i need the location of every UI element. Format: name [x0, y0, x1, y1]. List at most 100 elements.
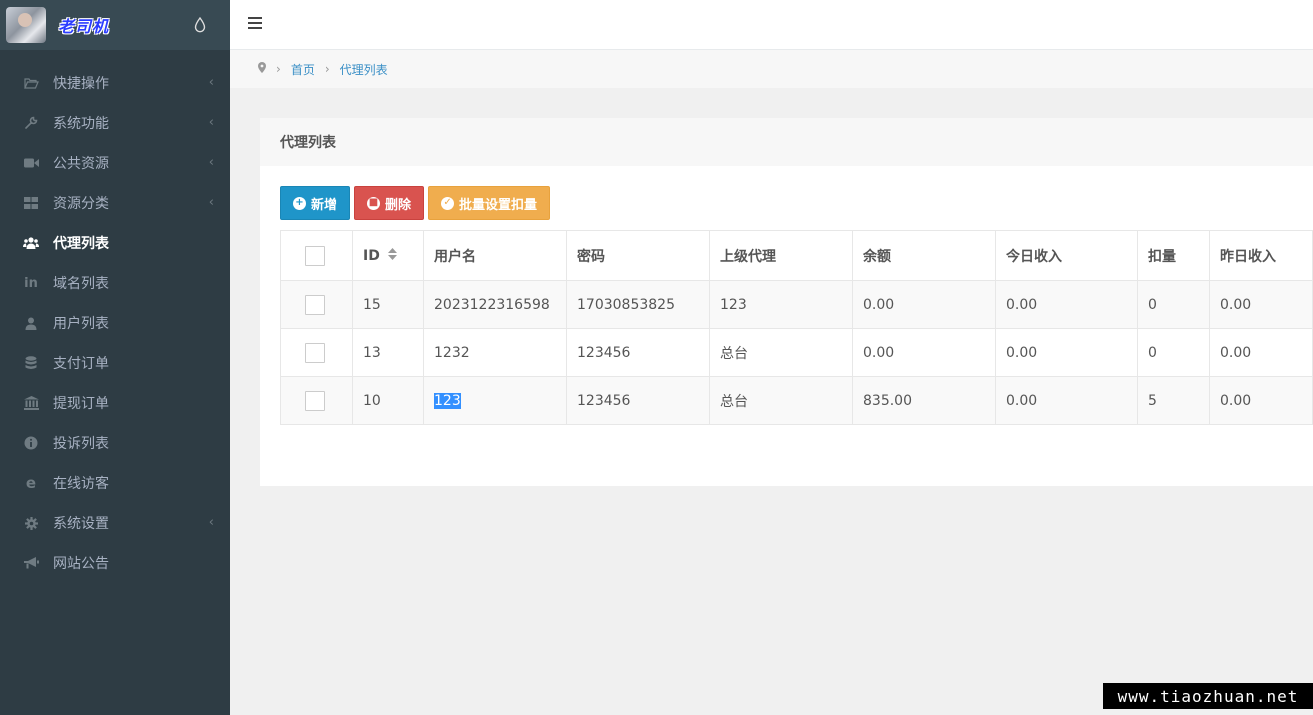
menu-toggle-icon[interactable]	[248, 17, 262, 31]
sidebar-item-label: 系统设置	[53, 516, 109, 532]
delete-button[interactable]: ■ 删除	[354, 186, 425, 220]
cell-yesterday-income: 0.00	[1209, 376, 1313, 425]
sidebar-item-label: 公共资源	[53, 156, 109, 172]
sidebar-item-label: 域名列表	[53, 276, 109, 292]
row-checkbox[interactable]	[305, 342, 325, 363]
table-row[interactable]: 15 2023122316598 17030853825 123 0.00 0.…	[280, 280, 1313, 329]
sidebar-item-payment-orders[interactable]: 支付订单	[0, 343, 230, 383]
sidebar-item-system-settings[interactable]: 系统设置 ‹	[0, 503, 230, 543]
table-row[interactable]: 13 1232 123456 总台 0.00 0.00 0 0.00	[280, 328, 1313, 377]
column-header-id[interactable]: ID	[352, 230, 424, 281]
table-row[interactable]: 10 123 123456 总台 835.00 0.00 5 0.00	[280, 376, 1313, 425]
bullhorn-icon	[22, 555, 40, 571]
database-icon	[22, 355, 40, 371]
cell-id: 10	[352, 376, 424, 425]
sidebar-item-public-resources[interactable]: 公共资源 ‹	[0, 143, 230, 183]
cell-today-income: 0.00	[995, 280, 1138, 329]
sidebar-item-label: 用户列表	[53, 316, 109, 332]
sidebar-item-domain-list[interactable]: in 域名列表	[0, 263, 230, 303]
cell-balance: 835.00	[852, 376, 996, 425]
wrench-icon	[22, 115, 40, 131]
th-large-icon	[22, 195, 40, 211]
select-all-checkbox[interactable]	[305, 245, 325, 266]
sidebar-item-quick-actions[interactable]: 快捷操作 ‹	[0, 63, 230, 103]
sidebar-item-complaint-list[interactable]: 投诉列表	[0, 423, 230, 463]
sidebar-item-label: 支付订单	[53, 356, 109, 372]
toolbar: + 新增 ■ 删除 ✓ 批量设置扣量	[280, 186, 551, 220]
sidebar-item-online-visitors[interactable]: e 在线访客	[0, 463, 230, 503]
batch-set-deduction-button[interactable]: ✓ 批量设置扣量	[428, 186, 551, 220]
sort-icon[interactable]	[387, 247, 397, 264]
cell-id: 13	[352, 328, 424, 377]
sidebar-item-label: 系统功能	[53, 116, 109, 132]
column-header-yesterday-income: 昨日收入	[1209, 230, 1313, 281]
cell-parent-agent: 总台	[709, 328, 853, 377]
sidebar-item-agent-list[interactable]: 代理列表	[0, 223, 230, 263]
sidebar-item-label: 资源分类	[53, 196, 109, 212]
cell-balance: 0.00	[852, 280, 996, 329]
row-select-cell	[280, 376, 353, 425]
breadcrumb-home-link[interactable]: 首页	[291, 61, 315, 78]
selected-username-text: 123	[434, 392, 461, 409]
column-header-password: 密码	[566, 230, 710, 281]
folder-open-icon	[22, 75, 40, 91]
cell-parent-agent: 123	[709, 280, 853, 329]
sidebar-item-withdraw-orders[interactable]: 提现订单	[0, 383, 230, 423]
bank-icon	[22, 395, 40, 411]
breadcrumb-current[interactable]: 代理列表	[340, 61, 388, 78]
panel-title: 代理列表	[260, 118, 1313, 166]
sidebar-item-resource-categories[interactable]: 资源分类 ‹	[0, 183, 230, 223]
sidebar-item-label: 快捷操作	[53, 76, 109, 92]
avatar[interactable]	[6, 7, 46, 43]
column-header-today-income: 今日收入	[995, 230, 1138, 281]
top-navbar	[230, 0, 1313, 50]
chevron-left-icon: ‹	[208, 115, 214, 130]
row-checkbox[interactable]	[305, 390, 325, 411]
user-icon	[22, 315, 40, 331]
linkedin-icon: in	[24, 275, 38, 291]
chevron-right-icon: ›	[276, 62, 281, 76]
add-button-label: 新增	[311, 197, 338, 213]
select-all-cell	[280, 230, 353, 281]
batch-button-label: 批量设置扣量	[459, 197, 538, 213]
sidebar-item-label: 提现订单	[53, 396, 109, 412]
check-circle-icon: ✓	[441, 196, 455, 210]
cell-username: 123	[423, 376, 567, 425]
sidebar-item-site-announcements[interactable]: 网站公告	[0, 543, 230, 583]
sidebar-item-system-functions[interactable]: 系统功能 ‹	[0, 103, 230, 143]
brand-header: 老司机	[0, 0, 230, 50]
cell-deduction: 5	[1137, 376, 1210, 425]
sidebar-item-user-list[interactable]: 用户列表	[0, 303, 230, 343]
cell-id: 15	[352, 280, 424, 329]
tint-icon[interactable]	[194, 17, 206, 33]
info-circle-icon	[22, 435, 40, 451]
sidebar-item-label: 在线访客	[53, 476, 109, 492]
internet-explorer-icon: e	[25, 474, 37, 492]
cell-password: 123456	[566, 376, 710, 425]
cell-password: 17030853825	[566, 280, 710, 329]
agent-table: ID 用户名 密码 上级代理 余额 今日收入 扣量 昨日收入 15 202312…	[280, 230, 1313, 425]
chevron-left-icon: ‹	[208, 195, 214, 210]
watermark: www.tiaozhuan.net	[1103, 683, 1313, 709]
cell-password: 123456	[566, 328, 710, 377]
cell-deduction: 0	[1137, 328, 1210, 377]
cell-username: 2023122316598	[423, 280, 567, 329]
gear-icon	[22, 515, 40, 531]
video-camera-icon	[22, 155, 40, 171]
row-select-cell	[280, 328, 353, 377]
agent-list-panel: 代理列表 + 新增 ■ 删除 ✓ 批量设置扣量 ID 用户名 密码 上级代理 余…	[260, 118, 1313, 486]
cell-today-income: 0.00	[995, 328, 1138, 377]
sidebar-item-label: 代理列表	[53, 236, 109, 252]
cell-yesterday-income: 0.00	[1209, 328, 1313, 377]
column-header-parent-agent: 上级代理	[709, 230, 853, 281]
add-button[interactable]: + 新增	[280, 186, 351, 220]
column-header-username: 用户名	[423, 230, 567, 281]
map-marker-icon	[258, 62, 266, 76]
row-checkbox[interactable]	[305, 294, 325, 315]
sidebar: 老司机 快捷操作 ‹ 系统功能 ‹ 公共资源 ‹ 资源分类 ‹ 代理列表 in …	[0, 0, 230, 715]
sidebar-menu: 快捷操作 ‹ 系统功能 ‹ 公共资源 ‹ 资源分类 ‹ 代理列表 in 域名列表…	[0, 63, 230, 583]
cell-deduction: 0	[1137, 280, 1210, 329]
delete-button-label: 删除	[385, 197, 412, 213]
cell-yesterday-income: 0.00	[1209, 280, 1313, 329]
column-header-balance: 余额	[852, 230, 996, 281]
